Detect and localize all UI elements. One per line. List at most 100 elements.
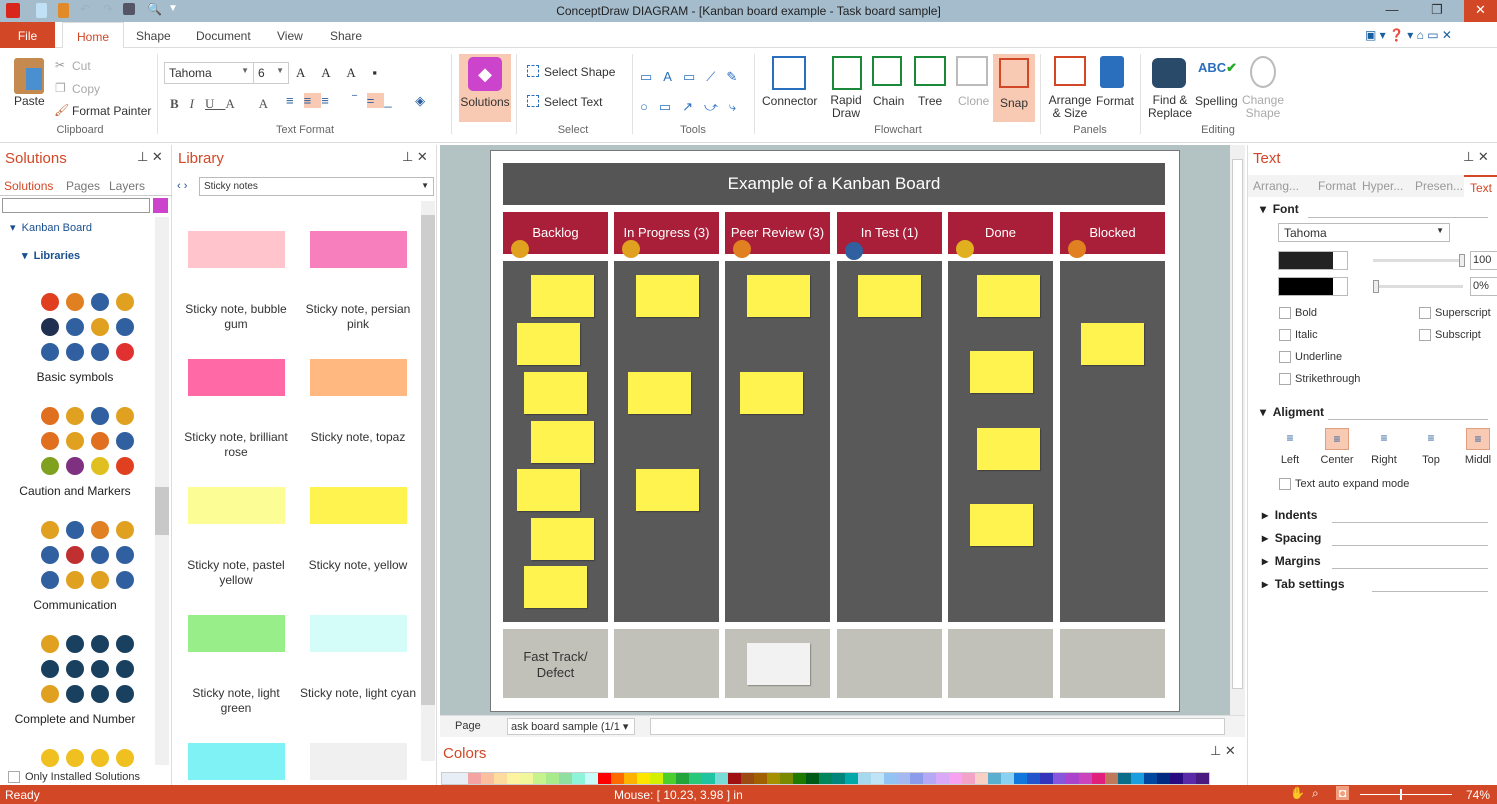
color-swatch[interactable]	[507, 773, 520, 784]
sticky-note[interactable]	[628, 372, 691, 414]
sticky-note-swatch[interactable]	[310, 615, 407, 652]
color-swatch[interactable]	[494, 773, 507, 784]
checkbox-strikethrough[interactable]	[1279, 373, 1291, 385]
fast-track-cell[interactable]	[614, 629, 719, 698]
connector-button[interactable]: Connector	[762, 94, 817, 108]
symbol-icon[interactable]	[91, 521, 109, 539]
color-swatch[interactable]	[780, 773, 793, 784]
text-font-select[interactable]: Tahoma ▼	[1278, 223, 1450, 242]
sticky-note[interactable]	[970, 351, 1033, 393]
symbol-icon[interactable]	[91, 660, 109, 678]
tab-shape[interactable]: Shape	[122, 22, 185, 48]
font-section[interactable]: ▾ Font	[1260, 202, 1299, 216]
symbol-icon[interactable]	[41, 521, 59, 539]
symbol-icon[interactable]	[41, 318, 59, 336]
close-button[interactable]: ✕	[1464, 0, 1497, 22]
checkbox-underline[interactable]	[1279, 351, 1291, 363]
symbol-icon[interactable]	[91, 293, 109, 311]
fast-track-cell[interactable]	[837, 629, 942, 698]
color-swatch[interactable]	[728, 773, 741, 784]
color-swatch[interactable]	[858, 773, 871, 784]
tab-hyperlink[interactable]: Hyper...	[1362, 179, 1403, 193]
copy-button[interactable]: Copy	[72, 82, 100, 96]
spelling-button[interactable]: Spelling	[1195, 94, 1238, 108]
color-swatch[interactable]	[1170, 773, 1183, 784]
tab-pages[interactable]: Pages	[66, 179, 100, 193]
section-2[interactable]: ▸ Margins	[1262, 554, 1321, 568]
symbol-icon[interactable]	[66, 457, 84, 475]
minimize-button[interactable]: —	[1377, 0, 1407, 22]
color-swatch[interactable]	[676, 773, 689, 784]
sticky-note-swatch[interactable]	[188, 615, 285, 652]
color-swatch[interactable]	[1001, 773, 1014, 784]
font-size-buttons[interactable]: A A A ▪	[296, 65, 384, 81]
color-swatch[interactable]	[702, 773, 715, 784]
auto-expand-checkbox[interactable]	[1279, 478, 1291, 490]
opacity-input-1[interactable]: 100	[1470, 251, 1497, 270]
symbol-icon[interactable]	[66, 635, 84, 653]
symbol-icon[interactable]	[41, 571, 59, 589]
only-installed-checkbox[interactable]	[8, 771, 20, 783]
sticky-note[interactable]	[524, 372, 587, 414]
format-painter-button[interactable]: Format Painter	[72, 104, 151, 118]
color-swatch[interactable]	[715, 773, 728, 784]
change-shape-button[interactable]: Change Shape	[1240, 94, 1286, 120]
sticky-note-swatch[interactable]	[188, 743, 285, 780]
symbol-icon[interactable]	[116, 457, 134, 475]
text-color-picker[interactable]	[1278, 251, 1348, 270]
chain-button[interactable]: Chain	[873, 94, 904, 108]
color-swatch[interactable]	[806, 773, 819, 784]
sticky-note-swatch[interactable]	[310, 359, 407, 396]
sticky-note[interactable]	[858, 275, 921, 317]
sticky-note[interactable]	[531, 518, 594, 560]
color-swatch[interactable]	[1092, 773, 1105, 784]
tab-view[interactable]: View	[263, 22, 317, 48]
arrange-size-button[interactable]: Arrange & Size	[1048, 94, 1092, 120]
sticky-note[interactable]	[531, 421, 594, 463]
checkbox-subscript[interactable]	[1419, 329, 1431, 341]
font-family-select[interactable]: Tahoma ▼	[164, 62, 254, 84]
fast-track-cell[interactable]	[1060, 629, 1165, 698]
color-swatch[interactable]	[1027, 773, 1040, 784]
zoom-slider[interactable]	[1360, 789, 1452, 800]
drawing-tools[interactable]: ▭A▭⟋✎ ○▭↗⤻⤷	[640, 62, 750, 122]
symbol-icon[interactable]	[116, 293, 134, 311]
color-swatch[interactable]	[975, 773, 988, 784]
color-swatch[interactable]	[663, 773, 676, 784]
symbol-icon[interactable]	[66, 343, 84, 361]
color-swatch[interactable]	[1118, 773, 1131, 784]
symbol-icon[interactable]	[91, 685, 109, 703]
checkbox-bold[interactable]	[1279, 307, 1291, 319]
column-body[interactable]	[1060, 261, 1165, 622]
alignment-section[interactable]: ▾ Aligment	[1260, 405, 1324, 419]
alignment-buttons[interactable]: ≡≡≡ ‾=_ ◈	[286, 93, 436, 115]
symbol-icon[interactable]	[41, 457, 59, 475]
solutions-scrollbar[interactable]	[155, 217, 169, 765]
symbol-icon[interactable]	[116, 660, 134, 678]
rapid-draw-button[interactable]: Rapid Draw	[830, 94, 862, 120]
symbol-icon[interactable]	[66, 546, 84, 564]
symbol-icon[interactable]	[66, 685, 84, 703]
find-replace-button[interactable]: Find & Replace	[1148, 94, 1192, 120]
color-swatch[interactable]	[754, 773, 767, 784]
sticky-note[interactable]	[517, 469, 580, 511]
color-swatch[interactable]	[1105, 773, 1118, 784]
sticky-note[interactable]	[747, 643, 810, 685]
opacity-input-2[interactable]: 0%	[1470, 277, 1497, 296]
tab-text[interactable]: Text	[1464, 175, 1497, 197]
symbol-icon[interactable]	[116, 407, 134, 425]
color-swatch[interactable]	[1144, 773, 1157, 784]
align-top-icon[interactable]: ≡	[1419, 428, 1443, 450]
solutions-button[interactable]: ◆ Solutions	[459, 54, 511, 122]
sticky-note[interactable]	[1081, 323, 1144, 365]
horizontal-scrollbar[interactable]	[650, 718, 1225, 735]
pan-icon[interactable]: ✋	[1290, 786, 1305, 800]
cut-button[interactable]: Cut	[72, 59, 91, 73]
color-swatch[interactable]	[559, 773, 572, 784]
color-swatch[interactable]	[637, 773, 650, 784]
symbol-icon[interactable]	[91, 457, 109, 475]
symbol-icon[interactable]	[66, 521, 84, 539]
color-swatch[interactable]	[1079, 773, 1092, 784]
symbol-icon[interactable]	[116, 571, 134, 589]
clone-button[interactable]: Clone	[958, 94, 989, 108]
